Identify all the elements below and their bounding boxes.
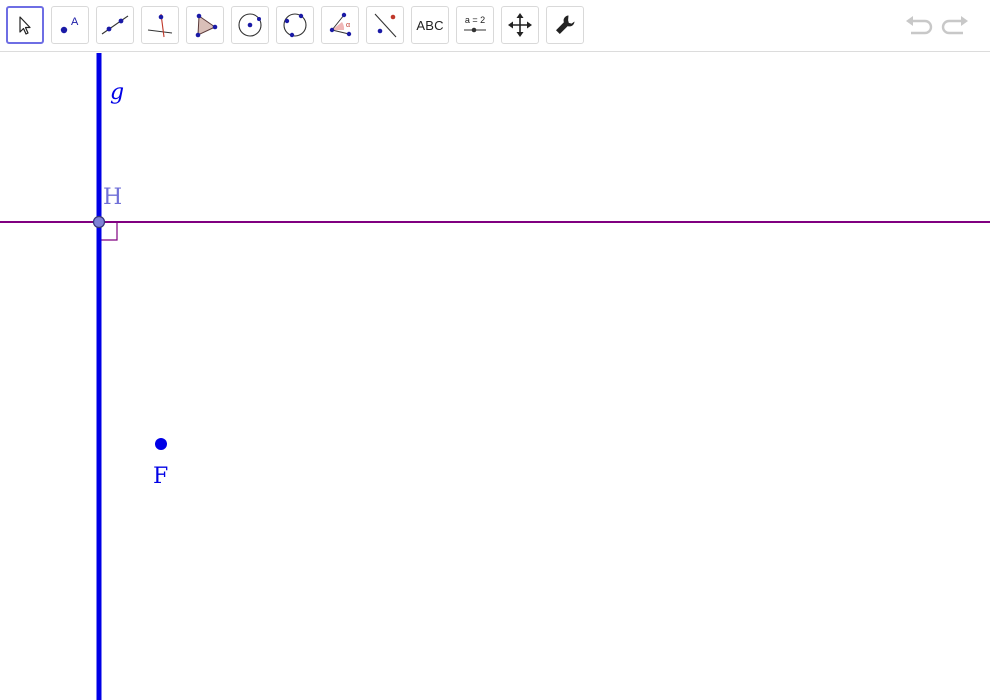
svg-text:A: A [71,16,79,28]
wrench-icon [556,15,575,34]
undo-icon [906,16,933,35]
reflect-about-line-icon [374,13,397,38]
line-g-label: g [110,80,124,105]
settings-tool-button[interactable] [546,6,584,44]
point-icon: A [60,16,79,34]
perpendicular-line-tool-button[interactable] [141,6,179,44]
circle-through-three-points-icon [283,13,307,38]
angle-tool-button[interactable]: α [321,6,359,44]
circle-with-center-tool-button[interactable] [231,6,269,44]
line-through-two-points-icon [101,15,129,35]
circle-through-3-points-tool-button[interactable] [276,6,314,44]
point-f-label: F [153,464,168,489]
perpendicular-line-icon [147,13,173,38]
toolbar: A α ABC a = 2 [0,0,990,52]
text-tool-button[interactable]: ABC [411,6,449,44]
move-graphics-view-tool-button[interactable] [501,6,539,44]
move-tool-button[interactable] [6,6,44,44]
circle-with-center-icon [238,13,262,37]
text-tool-label: ABC [416,17,444,33]
reflect-about-line-tool-button[interactable] [366,6,404,44]
slider-tool-label: a = 2 [465,15,485,25]
line-tool-button[interactable] [96,6,134,44]
graphics-view[interactable]: g H F [0,53,990,700]
angle-icon: α [329,12,352,37]
point-tool-button[interactable]: A [51,6,89,44]
move-arrows-icon [508,13,532,37]
redo-button[interactable] [939,10,973,42]
point-h[interactable] [92,215,106,229]
point-h-label: H [103,185,122,210]
polygon-icon [195,13,218,38]
polygon-tool-button[interactable] [186,6,224,44]
slider-icon: a = 2 [464,15,486,33]
slider-tool-button[interactable]: a = 2 [456,6,494,44]
point-f[interactable] [155,438,167,450]
undo-button[interactable] [901,10,935,42]
cursor-arrow-icon [19,16,31,35]
redo-icon [941,16,968,35]
svg-text:α: α [346,22,350,29]
